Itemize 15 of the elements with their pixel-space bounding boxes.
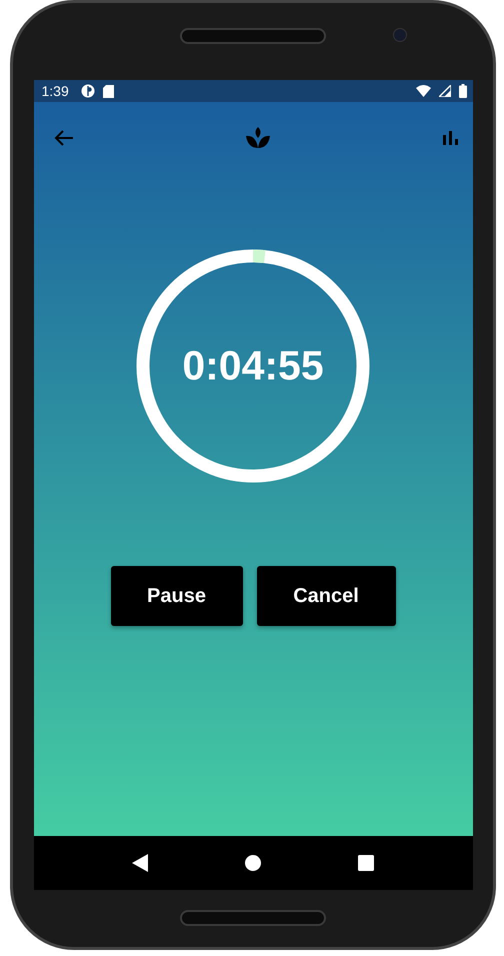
status-time: 1:39 xyxy=(42,83,69,99)
lotus-icon xyxy=(246,127,270,149)
action-button[interactable]: Pause xyxy=(110,566,242,626)
sd-card-icon xyxy=(102,84,114,98)
battery-icon xyxy=(458,84,466,98)
wifi-icon xyxy=(416,85,430,97)
home-icon[interactable] xyxy=(245,855,261,871)
progress-fill xyxy=(252,250,266,264)
back-icon[interactable] xyxy=(132,854,148,872)
bar-chart-icon[interactable] xyxy=(442,131,458,145)
signal-icon xyxy=(438,85,450,97)
back-arrow-icon[interactable] xyxy=(54,130,74,146)
countdown-time: 0:04:55 xyxy=(182,342,324,390)
camera-lens xyxy=(393,28,407,42)
action-button[interactable]: Cancel xyxy=(256,566,396,626)
